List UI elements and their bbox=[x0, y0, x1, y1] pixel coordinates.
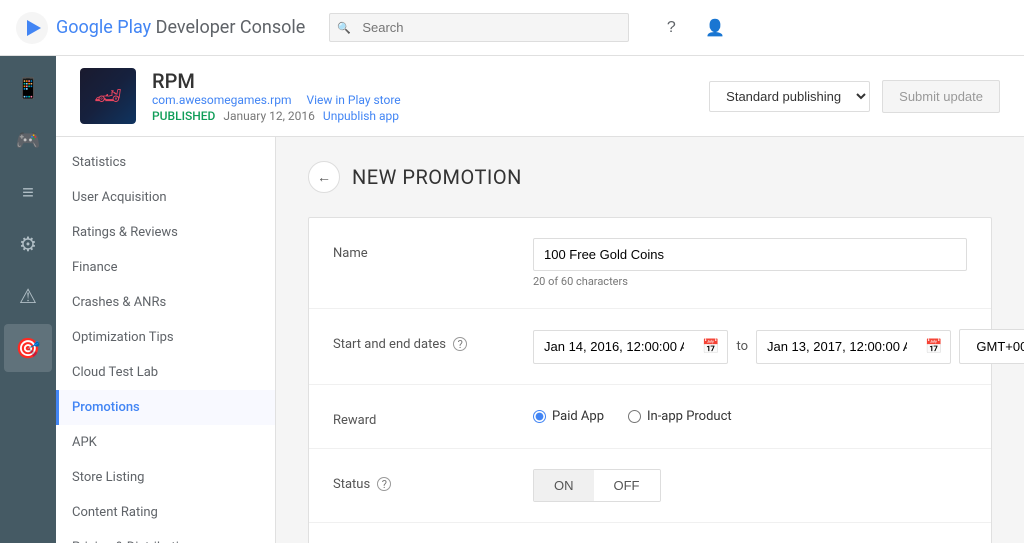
paid-app-label: Paid App bbox=[552, 409, 604, 424]
sidebar: Statistics User Acquisition Ratings & Re… bbox=[56, 137, 276, 543]
status-off-button[interactable]: OFF bbox=[594, 470, 660, 501]
icon-nav-alerts[interactable]: ⚠ bbox=[4, 272, 52, 320]
submit-update-button[interactable]: Submit update bbox=[882, 80, 1000, 113]
date-separator: to bbox=[736, 339, 748, 354]
app-header: 🏎 RPM com.awesomegames.rpm View in Play … bbox=[56, 56, 1024, 137]
play-logo-icon bbox=[16, 12, 48, 44]
main-layout: 📱 🎮 ≡ ⚙ ⚠ 🎯 🏎 RPM com.awesomegames.rpm V… bbox=[0, 56, 1024, 543]
promotion-form: Name 20 of 60 characters Start and end d… bbox=[308, 217, 992, 543]
status-field: ON OFF bbox=[533, 469, 967, 502]
paid-app-option[interactable]: Paid App bbox=[533, 409, 604, 424]
in-app-product-radio[interactable] bbox=[628, 410, 641, 423]
logo: Google Play Developer Console bbox=[16, 12, 305, 44]
reward-row: Reward Paid App In-app Product bbox=[309, 385, 991, 449]
dates-field: 📅 to 📅 GMT+00:00 bbox=[533, 329, 1024, 364]
app-package: com.awesomegames.rpm View in Play store bbox=[152, 93, 693, 107]
app-name: RPM bbox=[152, 69, 693, 93]
header-actions: Standard publishing Submit update bbox=[709, 80, 1000, 113]
start-date-wrapper: 📅 bbox=[533, 330, 728, 364]
app-icon: 🏎 bbox=[80, 68, 136, 124]
status-toggle-group: ON OFF bbox=[533, 469, 661, 502]
sidebar-item-statistics[interactable]: Statistics bbox=[56, 145, 275, 180]
publishing-mode-select[interactable]: Standard publishing bbox=[709, 81, 870, 112]
date-row: 📅 to 📅 GMT+00:00 bbox=[533, 329, 1024, 364]
in-app-product-label: In-app Product bbox=[647, 409, 732, 424]
top-nav: Google Play Developer Console ? 👤 bbox=[0, 0, 1024, 56]
page-header: ← NEW PROMOTION bbox=[308, 161, 992, 193]
end-date-wrapper: 📅 bbox=[756, 330, 951, 364]
icon-nav-apps[interactable]: 📱 bbox=[4, 64, 52, 112]
search-input[interactable] bbox=[329, 13, 629, 42]
icon-nav-promotions[interactable]: 🎯 bbox=[4, 324, 52, 372]
name-row: Name 20 of 60 characters bbox=[309, 218, 991, 309]
paid-app-radio[interactable] bbox=[533, 410, 546, 423]
sidebar-item-store-listing[interactable]: Store Listing bbox=[56, 460, 275, 495]
account-button[interactable]: 👤 bbox=[697, 10, 733, 46]
page-content: ← NEW PROMOTION Name 20 of 60 characters bbox=[276, 137, 1024, 543]
end-calendar-icon[interactable]: 📅 bbox=[917, 331, 950, 363]
view-in-store-link[interactable]: View in Play store bbox=[306, 93, 400, 107]
sidebar-item-cloud-test[interactable]: Cloud Test Lab bbox=[56, 355, 275, 390]
unpublish-link[interactable]: Unpublish app bbox=[323, 109, 399, 123]
status-label: Status ? bbox=[333, 469, 533, 492]
content-area: 🏎 RPM com.awesomegames.rpm View in Play … bbox=[56, 56, 1024, 543]
sidebar-item-apk[interactable]: APK bbox=[56, 425, 275, 460]
page-title: NEW PROMOTION bbox=[352, 165, 522, 189]
in-app-product-option[interactable]: In-app Product bbox=[628, 409, 732, 424]
name-input[interactable] bbox=[533, 238, 967, 271]
back-button[interactable]: ← bbox=[308, 161, 340, 193]
status-help-icon[interactable]: ? bbox=[377, 477, 391, 491]
sidebar-item-promotions[interactable]: Promotions bbox=[56, 390, 275, 425]
start-calendar-icon[interactable]: 📅 bbox=[694, 331, 727, 363]
status-on-button[interactable]: ON bbox=[534, 470, 594, 501]
search-bar[interactable] bbox=[329, 13, 629, 42]
name-char-count: 20 of 60 characters bbox=[533, 275, 967, 288]
sidebar-item-content-rating[interactable]: Content Rating bbox=[56, 495, 275, 530]
end-date-input[interactable] bbox=[757, 331, 917, 362]
sidebar-item-ratings-reviews[interactable]: Ratings & Reviews bbox=[56, 215, 275, 250]
icon-nav-games[interactable]: 🎮 bbox=[4, 116, 52, 164]
start-date-input[interactable] bbox=[534, 331, 694, 362]
sidebar-item-crashes[interactable]: Crashes & ANRs bbox=[56, 285, 275, 320]
reward-label: Reward bbox=[333, 405, 533, 428]
status-published: PUBLISHED bbox=[152, 109, 215, 123]
reward-field: Paid App In-app Product bbox=[533, 405, 967, 424]
reward-radio-group: Paid App In-app Product bbox=[533, 405, 967, 424]
timezone-select[interactable]: GMT+00:00 bbox=[959, 329, 1024, 364]
status-row: Status ? ON OFF bbox=[309, 449, 991, 523]
name-label: Name bbox=[333, 238, 533, 261]
nav-icons: ? 👤 bbox=[653, 10, 733, 46]
help-button[interactable]: ? bbox=[653, 10, 689, 46]
app-title: Google Play Developer Console bbox=[56, 17, 305, 38]
sidebar-item-finance[interactable]: Finance bbox=[56, 250, 275, 285]
app-status: PUBLISHED January 12, 2016 Unpublish app bbox=[152, 109, 693, 123]
app-icon-img: 🏎 bbox=[80, 68, 136, 124]
icon-nav-stats[interactable]: ≡ bbox=[4, 168, 52, 216]
icon-nav: 📱 🎮 ≡ ⚙ ⚠ 🎯 bbox=[0, 56, 56, 543]
dates-label: Start and end dates ? bbox=[333, 329, 533, 352]
status-date: January 12, 2016 bbox=[223, 109, 315, 123]
promo-codes-row: Number of promo codes codes After you cr… bbox=[309, 523, 991, 543]
icon-nav-settings[interactable]: ⚙ bbox=[4, 220, 52, 268]
sidebar-item-user-acquisition[interactable]: User Acquisition bbox=[56, 180, 275, 215]
name-field: 20 of 60 characters bbox=[533, 238, 967, 288]
sidebar-item-pricing[interactable]: Pricing & Distribution bbox=[56, 530, 275, 543]
dates-row: Start and end dates ? 📅 to bbox=[309, 309, 991, 385]
sidebar-item-optimization[interactable]: Optimization Tips bbox=[56, 320, 275, 355]
app-info: RPM com.awesomegames.rpm View in Play st… bbox=[152, 69, 693, 123]
dates-help-icon[interactable]: ? bbox=[453, 337, 467, 351]
